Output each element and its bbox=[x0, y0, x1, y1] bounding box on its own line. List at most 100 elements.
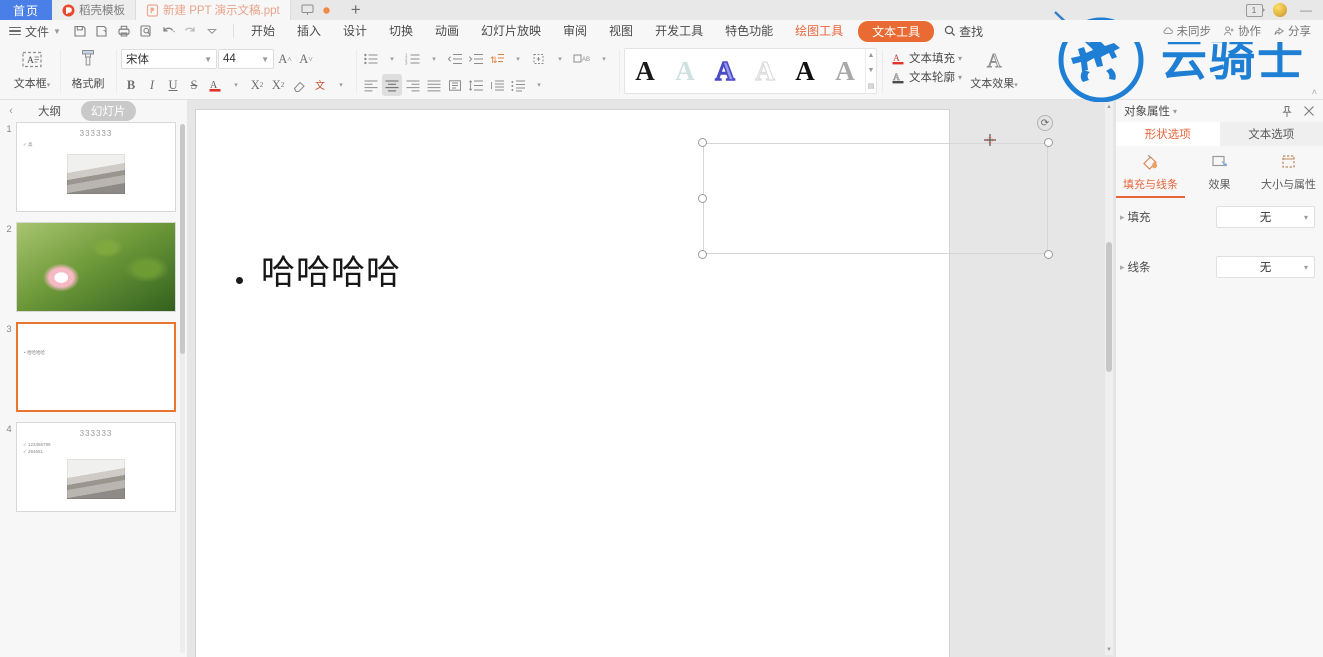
superscript-button[interactable]: X2 bbox=[247, 74, 267, 96]
numbered-list-button[interactable]: 123 bbox=[403, 48, 423, 70]
tab-slideshow[interactable]: 幻灯片放映 bbox=[470, 21, 552, 41]
thumbnail-list[interactable]: 1 333333 ✓ 高 2 3 • 哈哈哈哈 4 333333 ✓ 12345… bbox=[0, 122, 187, 657]
decrease-font-size-button[interactable]: A ˅ bbox=[296, 48, 316, 70]
text-fill-button[interactable]: A 文本填充 ▾ bbox=[891, 50, 962, 66]
tab-insert[interactable]: 插入 bbox=[286, 21, 332, 41]
resize-handle-bottom-left[interactable] bbox=[698, 250, 707, 259]
thumbnail-card[interactable]: 333333 ✓ 高 bbox=[16, 122, 176, 212]
undo-icon[interactable] bbox=[158, 21, 179, 41]
increase-indent-button[interactable] bbox=[466, 48, 486, 70]
clear-formatting-button[interactable] bbox=[289, 74, 309, 96]
format-painter-button[interactable]: 格式刷 bbox=[65, 44, 111, 91]
bullet-list-dropdown[interactable]: ▾ bbox=[382, 48, 402, 70]
window-count-badge[interactable]: 1 bbox=[1241, 0, 1267, 20]
thumbnail-card[interactable] bbox=[16, 222, 176, 312]
thumbnail-card[interactable]: 333333 ✓ 123456789 ✓ 284651 bbox=[16, 422, 176, 512]
tab-view[interactable]: 视图 bbox=[598, 21, 644, 41]
convert-smartart-button[interactable]: AB bbox=[571, 48, 593, 70]
selected-textbox[interactable]: ⟳ 大家好 bbox=[698, 115, 1053, 259]
scroll-down-icon[interactable]: ▼ bbox=[1105, 645, 1113, 655]
font-name-combo[interactable]: 宋体 ▼ bbox=[121, 49, 217, 69]
font-color-dropdown[interactable]: ▾ bbox=[226, 74, 246, 96]
text-direction-button[interactable]: ⇅ bbox=[487, 48, 507, 70]
tab-drawing-tools[interactable]: 绘图工具 bbox=[784, 21, 854, 41]
tab-design[interactable]: 设计 bbox=[332, 21, 378, 41]
present-icon[interactable] bbox=[301, 4, 314, 16]
redo-icon[interactable] bbox=[180, 21, 201, 41]
find-button[interactable]: 查找 bbox=[944, 23, 983, 40]
thumbnail-scrollbar[interactable] bbox=[180, 124, 185, 653]
resize-handle-bottom-right[interactable] bbox=[1044, 250, 1053, 259]
paragraph-spacing-button[interactable] bbox=[487, 74, 507, 96]
resize-handle-top-right[interactable] bbox=[1044, 138, 1053, 147]
slide-canvas-area[interactable]: 哈哈哈哈 ⟳ 大家好 ▲ bbox=[188, 100, 1115, 657]
wordart-style-gallery[interactable]: A A A A A A ▲ ▼ ▤ bbox=[624, 48, 877, 94]
pin-icon[interactable] bbox=[1281, 105, 1293, 118]
tab-document-ppt[interactable]: 新建 PPT 演示文稿.ppt bbox=[136, 0, 291, 20]
tab-start[interactable]: 开始 bbox=[240, 21, 286, 41]
thumbnail-slide-1[interactable]: 1 333333 ✓ 高 bbox=[4, 122, 187, 212]
tab-text-tools[interactable]: 文本工具 bbox=[858, 20, 935, 42]
resize-handle-middle-left[interactable] bbox=[698, 193, 707, 203]
distribute-button[interactable] bbox=[445, 74, 465, 96]
print-icon[interactable] bbox=[114, 21, 135, 41]
subtab-size-and-properties[interactable]: 大小与属性 bbox=[1254, 152, 1323, 198]
tab-shape-options[interactable]: 形状选项 bbox=[1116, 122, 1220, 146]
minimize-button[interactable]: — bbox=[1293, 0, 1319, 20]
canvas-scrollbar-thumb[interactable] bbox=[1106, 242, 1112, 372]
align-center-button[interactable] bbox=[382, 74, 402, 96]
record-dot-icon[interactable] bbox=[322, 6, 331, 15]
text-outline-button[interactable]: A 文本轮廓 ▾ bbox=[891, 69, 962, 85]
subtab-effects[interactable]: 效果 bbox=[1185, 152, 1254, 198]
subscript-button[interactable]: X2 bbox=[268, 74, 288, 96]
italic-button[interactable]: I bbox=[142, 74, 162, 96]
thumbnail-scrollbar-thumb[interactable] bbox=[180, 124, 185, 354]
text-effect-button[interactable]: A 文本效果▾ bbox=[966, 44, 1022, 91]
field-fill-select[interactable]: 无 ▾ bbox=[1216, 206, 1315, 228]
tab-review[interactable]: 审阅 bbox=[552, 21, 598, 41]
gallery-expand-icon[interactable]: ▤ bbox=[866, 79, 876, 94]
slide-body-bullet-line[interactable]: 哈哈哈哈 bbox=[236, 245, 401, 294]
text-direction-dropdown[interactable]: ▾ bbox=[508, 48, 528, 70]
tab-dock-template[interactable]: 稻壳模板 bbox=[52, 0, 136, 20]
numbered-list-dropdown[interactable]: ▾ bbox=[424, 48, 444, 70]
outline-tab[interactable]: 大纲 bbox=[28, 101, 71, 121]
tab-animation[interactable]: 动画 bbox=[424, 21, 470, 41]
wordart-style-0[interactable]: A bbox=[625, 51, 665, 91]
wordart-style-1[interactable]: A bbox=[665, 51, 705, 91]
print-preview-icon[interactable] bbox=[136, 21, 157, 41]
underline-button[interactable]: U bbox=[163, 74, 183, 96]
new-tab-button[interactable]: + bbox=[340, 0, 371, 20]
chevron-down-icon[interactable]: ▾ bbox=[1173, 107, 1177, 116]
align-text-button[interactable] bbox=[529, 48, 549, 70]
subtab-fill-and-line[interactable]: 填充与线条 bbox=[1116, 152, 1185, 198]
expand-dot-icon[interactable]: ▸ bbox=[1120, 262, 1125, 273]
collapse-pane-icon[interactable]: ‹ bbox=[4, 105, 18, 117]
align-left-button[interactable] bbox=[361, 74, 381, 96]
font-color-button[interactable]: A bbox=[205, 74, 225, 96]
customize-qat-icon[interactable] bbox=[202, 21, 223, 41]
strikethrough-button[interactable]: S bbox=[184, 74, 204, 96]
file-menu-button[interactable]: 文件 ▼ bbox=[4, 23, 66, 40]
canvas-vertical-scrollbar[interactable]: ▲ ▼ bbox=[1105, 102, 1113, 655]
slide-surface[interactable]: 哈哈哈哈 ⟳ 大家好 bbox=[196, 110, 1053, 657]
field-line-select[interactable]: 无 ▾ bbox=[1216, 256, 1315, 278]
pinyin-button[interactable]: 文 bbox=[310, 74, 330, 96]
wordart-style-3[interactable]: A bbox=[745, 51, 785, 91]
tab-features[interactable]: 特色功能 bbox=[714, 21, 784, 41]
share-button[interactable]: 分享 bbox=[1273, 23, 1311, 39]
gallery-scroll-down-icon[interactable]: ▼ bbox=[866, 63, 876, 78]
wordart-style-5[interactable]: A bbox=[825, 51, 865, 91]
align-right-button[interactable] bbox=[403, 74, 423, 96]
home-tab[interactable]: 首页 bbox=[0, 0, 52, 20]
justify-button[interactable] bbox=[424, 74, 444, 96]
column-button[interactable] bbox=[508, 74, 528, 96]
ribbon-collapse-icon[interactable]: ˄ bbox=[1312, 87, 1323, 97]
thumbnail-card[interactable]: • 哈哈哈哈 bbox=[16, 322, 176, 412]
pinyin-dropdown[interactable]: ▾ bbox=[331, 74, 351, 96]
thumbnail-slide-4[interactable]: 4 333333 ✓ 123456789 ✓ 284651 bbox=[4, 422, 187, 512]
bullet-list-button[interactable] bbox=[361, 48, 381, 70]
collaborate-button[interactable]: 协作 bbox=[1223, 23, 1261, 39]
font-size-combo[interactable]: 44 ▼ bbox=[218, 49, 274, 69]
wordart-style-2[interactable]: A bbox=[705, 51, 745, 91]
